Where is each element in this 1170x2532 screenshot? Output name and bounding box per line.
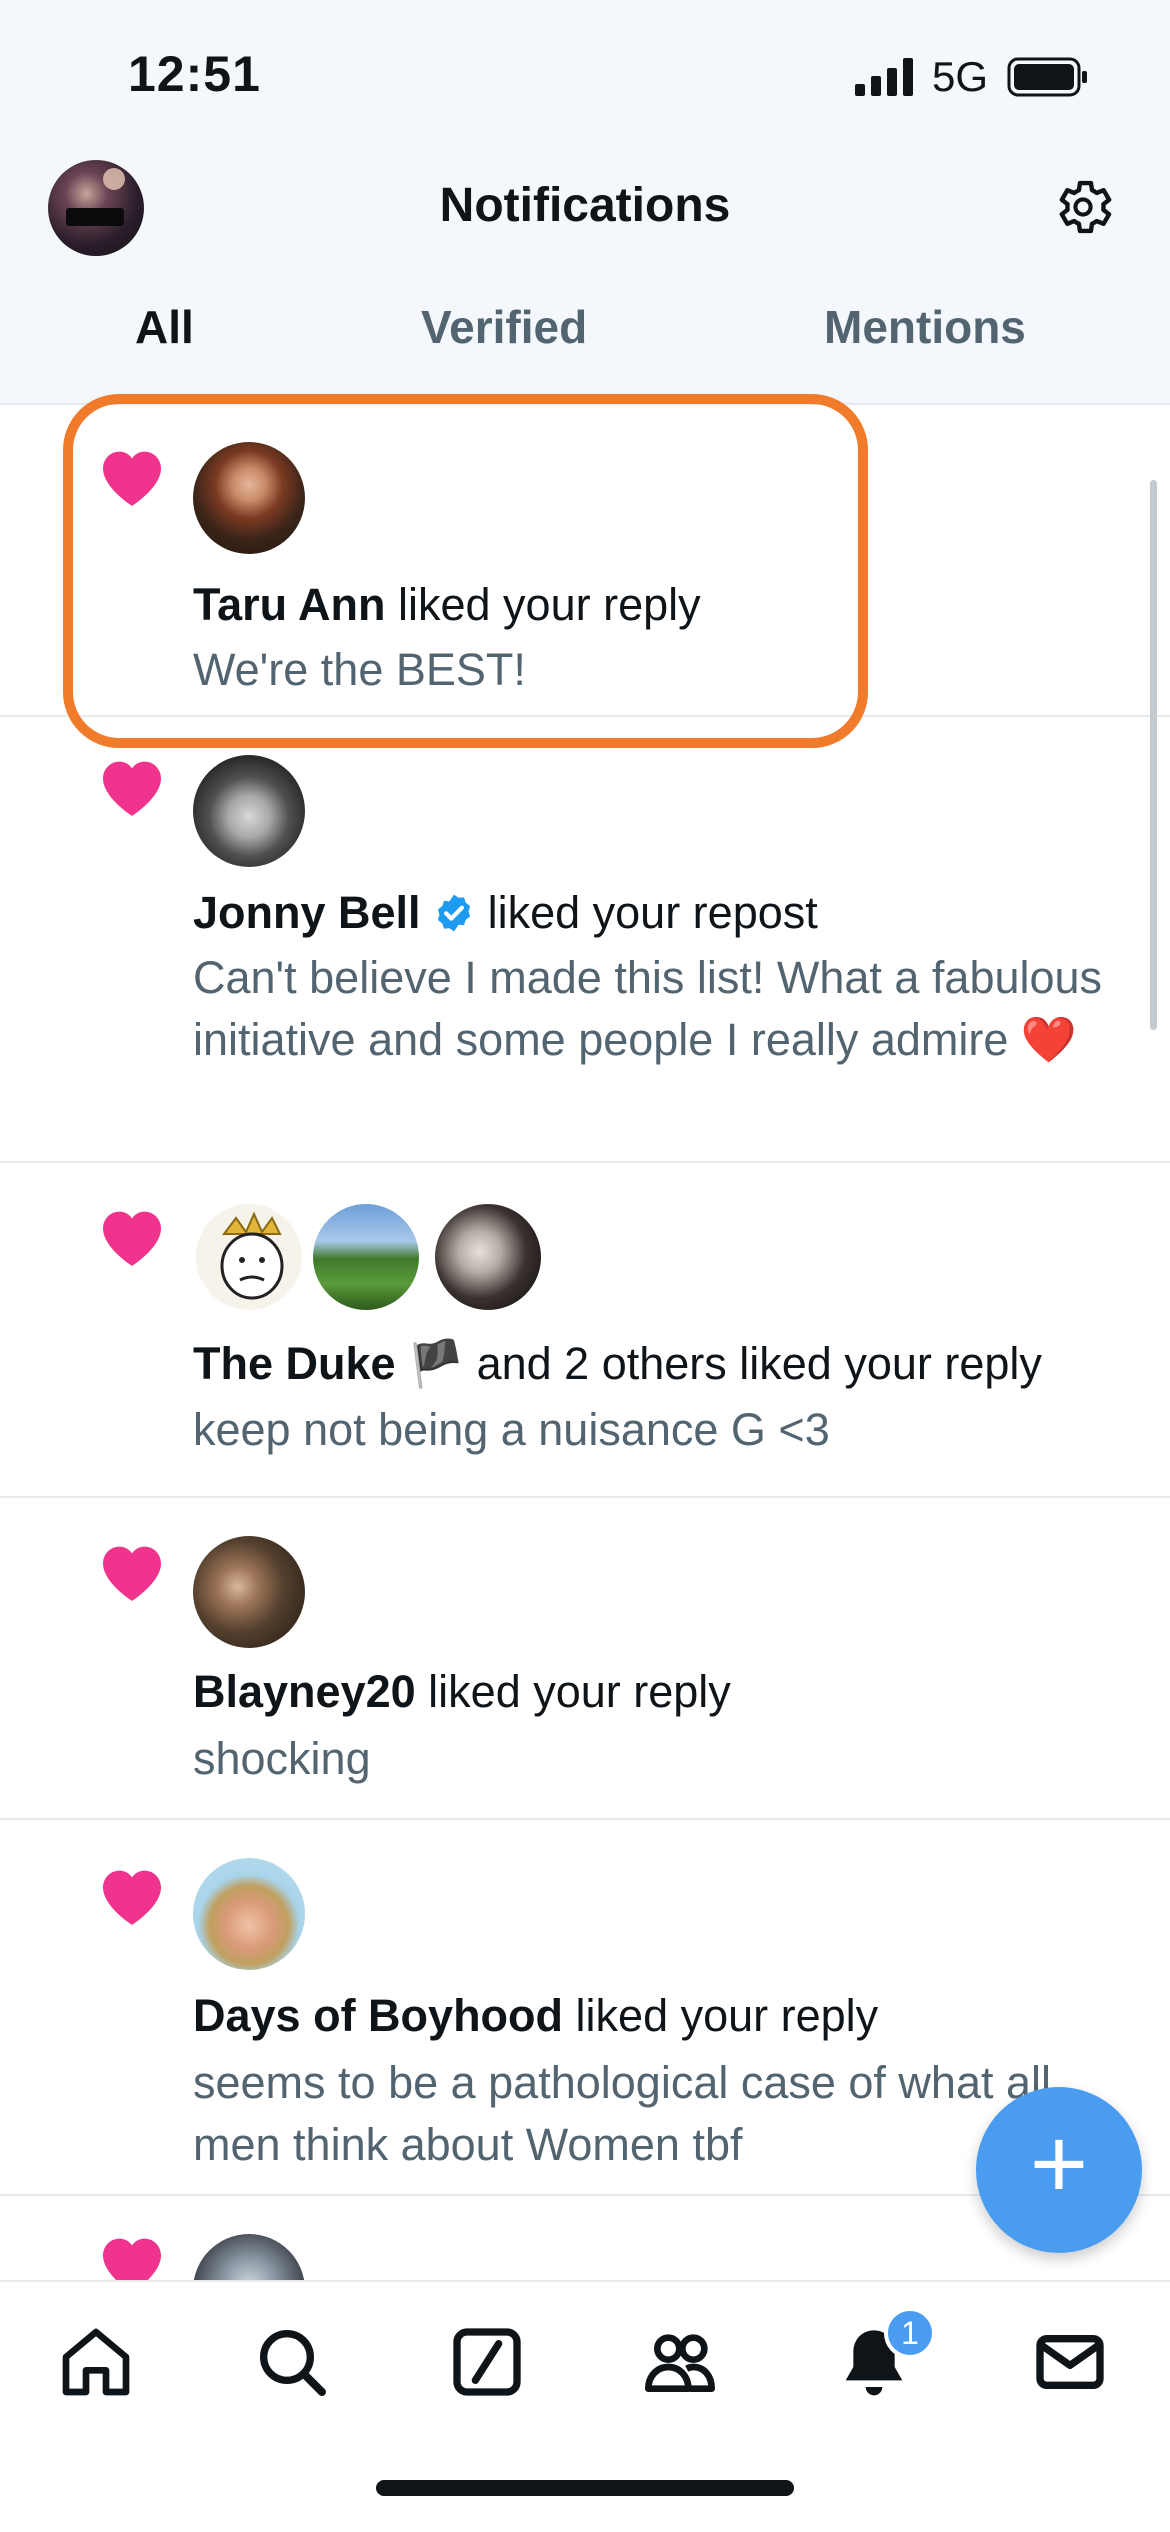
list-item[interactable]: Jonny Bell liked your repost Can't belie… xyxy=(0,717,1170,1163)
grok-icon[interactable] xyxy=(447,2322,527,2402)
avatar[interactable] xyxy=(193,1201,305,1313)
home-indicator xyxy=(376,2480,794,2496)
status-time: 12:51 xyxy=(128,46,261,102)
list-item[interactable]: The Duke 🏴 and 2 others liked your reply… xyxy=(0,1163,1170,1498)
tab-all[interactable]: All xyxy=(135,300,194,354)
settings-gear-icon[interactable] xyxy=(1050,174,1116,240)
network-type: 5G xyxy=(932,53,989,100)
heart-icon xyxy=(103,1211,161,1266)
compose-button[interactable]: + xyxy=(976,2087,1142,2253)
battery-icon xyxy=(1007,57,1087,97)
notification-text: Days of Boyhood liked your reply xyxy=(193,1990,879,2041)
plus-icon: + xyxy=(1029,2108,1089,2220)
status-bar: 12:51 5G xyxy=(0,0,1170,150)
search-icon[interactable] xyxy=(252,2322,332,2402)
communities-icon[interactable] xyxy=(640,2322,720,2402)
notification-text: Jonny Bell liked your repost xyxy=(193,887,818,938)
heart-icon xyxy=(103,761,161,816)
page-title: Notifications xyxy=(439,179,731,232)
highlight-box xyxy=(63,394,868,748)
signal-icon xyxy=(855,58,913,96)
wojak-avatar-icon xyxy=(220,1211,284,1300)
tab-mentions[interactable]: Mentions xyxy=(824,300,1026,354)
verified-badge-icon xyxy=(437,894,471,932)
heart-icon xyxy=(103,1546,161,1601)
avatar[interactable] xyxy=(193,1536,305,1648)
scrollbar[interactable] xyxy=(1150,480,1157,1030)
avatar[interactable] xyxy=(193,755,305,867)
avatar[interactable] xyxy=(193,1858,305,1970)
notification-text: The Duke 🏴 and 2 others liked your reply xyxy=(193,1338,1042,1389)
messages-icon[interactable] xyxy=(1030,2322,1110,2402)
tab-verified[interactable]: Verified xyxy=(421,300,587,354)
list-item[interactable]: Blayney20 liked your reply shocking xyxy=(0,1498,1170,1820)
notifications-header: Notifications All Verified Mentions xyxy=(0,150,1170,405)
notification-snippet: shocking xyxy=(193,1733,371,1784)
notification-count-badge: 1 xyxy=(884,2307,936,2359)
notification-text: Blayney20 liked your reply xyxy=(193,1666,731,1717)
avatar[interactable] xyxy=(310,1201,422,1313)
notification-snippet: keep not being a nuisance G <3 xyxy=(193,1404,830,1455)
avatar[interactable] xyxy=(432,1201,544,1313)
tabs: All Verified Mentions xyxy=(0,300,1170,380)
heart-icon xyxy=(103,1870,161,1925)
notification-snippet: Can't believe I made this list! What a f… xyxy=(193,952,1103,1065)
home-icon[interactable] xyxy=(56,2322,136,2402)
